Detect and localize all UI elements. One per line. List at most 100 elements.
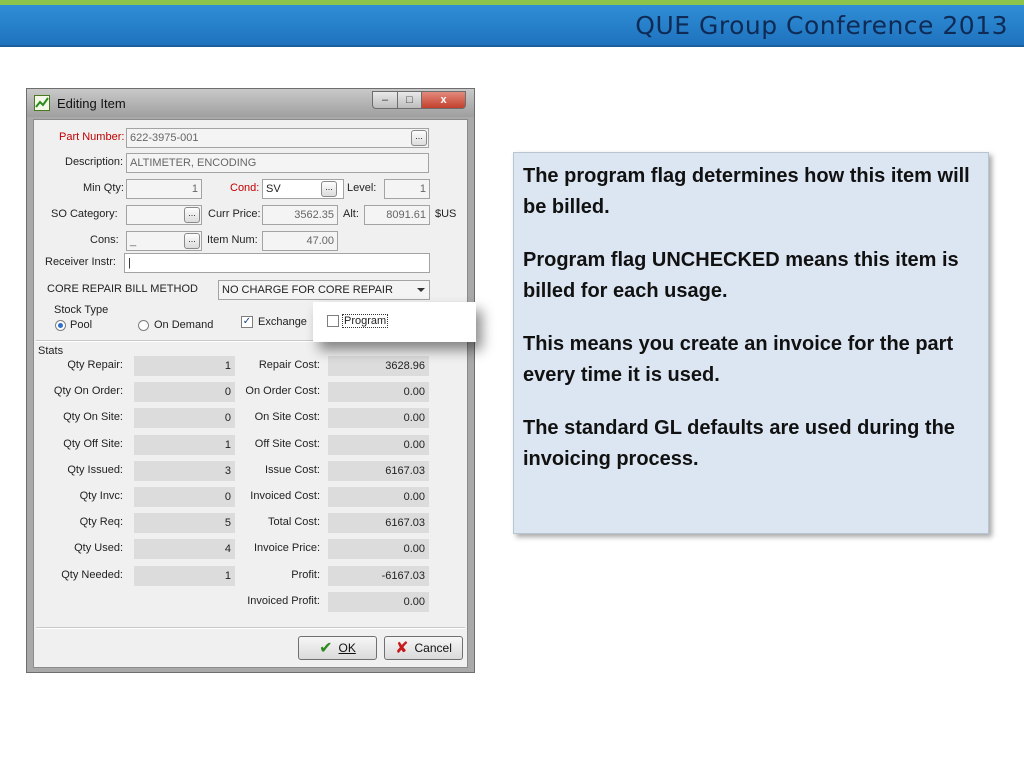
cancel-button[interactable]: ✘ Cancel <box>384 636 463 660</box>
on-demand-radio[interactable] <box>138 320 149 331</box>
min-qty-field[interactable]: 1 <box>126 179 202 199</box>
receiver-instr-field[interactable]: | <box>124 253 430 273</box>
stat-value: 1 <box>134 566 235 586</box>
min-qty-label: Min Qty: <box>83 182 124 194</box>
pool-radio[interactable] <box>55 320 66 331</box>
stat-value: 0.00 <box>328 435 429 455</box>
stat-value: 3 <box>134 461 235 481</box>
checkmark-icon: ✔ <box>319 640 333 657</box>
so-category-label: SO Category: <box>51 208 118 220</box>
curr-price-label: Curr Price: <box>208 208 261 220</box>
receiver-instr-value: | <box>128 257 131 269</box>
stat-value: 0.00 <box>328 592 429 612</box>
alt-label: Alt: <box>343 208 359 220</box>
currency-label: $US <box>435 208 457 220</box>
part-number-field[interactable]: 622-3975-001 <box>126 128 429 148</box>
stat-label: Qty Off Site: <box>63 438 123 450</box>
stat-value: 4 <box>134 539 235 559</box>
stat-value: 6167.03 <box>328 513 429 533</box>
description-label: Description: <box>65 156 124 168</box>
stat-label: Qty Issued: <box>67 464 123 476</box>
stat-label: Qty Req: <box>79 516 123 528</box>
stat-label: On Order Cost: <box>245 385 320 397</box>
stat-value: 0 <box>134 382 235 402</box>
core-repair-value: NO CHARGE FOR CORE REPAIR <box>222 284 393 296</box>
stat-label: Off Site Cost: <box>254 438 320 450</box>
stock-type-label: Stock Type <box>54 304 109 316</box>
item-num-label: Item Num: <box>207 234 258 246</box>
note-paragraph: Program flag UNCHECKED means this item i… <box>523 249 959 302</box>
part-number-lookup-button[interactable]: ... <box>411 130 427 146</box>
stats-label: Stats <box>38 345 64 357</box>
level-value: 1 <box>419 183 426 195</box>
stat-label: Qty Invc: <box>79 490 123 502</box>
description-field[interactable]: ALTIMETER, ENCODING <box>126 153 429 173</box>
program-label: Program <box>341 314 389 328</box>
core-repair-label: CORE REPAIR BILL METHOD <box>47 283 198 295</box>
part-number-value: 622-3975-001 <box>130 132 199 144</box>
minimize-button[interactable]: – <box>372 91 398 109</box>
alt-price-value: 8091.61 <box>386 209 426 221</box>
maximize-icon: □ <box>406 94 413 106</box>
alt-price-field[interactable]: 8091.61 <box>364 205 430 225</box>
stat-value: 1 <box>134 356 235 376</box>
curr-price-value: 3562.35 <box>294 209 334 221</box>
level-field[interactable]: 1 <box>384 179 430 199</box>
cancel-label: Cancel <box>414 641 452 655</box>
editing-item-window: Editing Item – □ x Part Number: 622-3975… <box>26 88 475 673</box>
stat-value: 0.00 <box>328 382 429 402</box>
stat-value: 5 <box>134 513 235 533</box>
min-qty-value: 1 <box>191 183 198 195</box>
core-repair-dropdown[interactable]: NO CHARGE FOR CORE REPAIR <box>218 280 430 300</box>
close-button[interactable]: x <box>422 91 466 109</box>
stat-label: Qty Needed: <box>61 569 123 581</box>
stat-label: Qty On Site: <box>63 411 123 423</box>
note-paragraph: The program flag determines how this ite… <box>523 165 970 218</box>
close-icon: x <box>440 94 447 106</box>
cond-value: SV <box>266 183 281 195</box>
so-category-lookup-button[interactable]: ... <box>184 207 200 223</box>
stat-value: 0.00 <box>328 539 429 559</box>
stat-value: -6167.03 <box>328 566 429 586</box>
program-checkbox[interactable] <box>327 315 339 327</box>
window-title: Editing Item <box>57 96 126 111</box>
stat-label: Issue Cost: <box>264 464 320 476</box>
receiver-instr-label: Receiver Instr: <box>45 256 116 268</box>
conference-title: QUE Group Conference 2013 <box>635 11 1008 40</box>
part-number-label: Part Number: <box>59 131 125 143</box>
stat-label: On Site Cost: <box>254 411 320 423</box>
cond-label: Cond: <box>230 182 260 194</box>
cons-value: _ <box>130 235 137 247</box>
stat-value: 1 <box>134 435 235 455</box>
ok-label: OK <box>338 641 356 655</box>
stat-label: Invoice Price: <box>253 542 320 554</box>
cross-icon: ✘ <box>395 640 409 657</box>
curr-price-field[interactable]: 3562.35 <box>262 205 338 225</box>
button-divider <box>36 627 465 629</box>
chart-icon <box>34 95 50 111</box>
level-label: Level: <box>347 182 377 194</box>
ok-button[interactable]: ✔ OK <box>298 636 377 660</box>
maximize-button[interactable]: □ <box>398 91 422 109</box>
cons-label: Cons: <box>90 234 119 246</box>
item-num-field[interactable]: 47.00 <box>262 231 338 251</box>
stat-value: 0.00 <box>328 487 429 507</box>
window-titlebar[interactable]: Editing Item – □ x <box>27 89 474 117</box>
stat-label: Qty Repair: <box>67 359 123 371</box>
cons-lookup-button[interactable]: ... <box>184 233 200 249</box>
stat-value: 6167.03 <box>328 461 429 481</box>
stat-value: 0.00 <box>328 408 429 428</box>
stat-label: Invoiced Profit: <box>247 595 320 607</box>
item-num-value: 47.00 <box>306 235 334 247</box>
slide-header: QUE Group Conference 2013 <box>0 5 1024 47</box>
stat-value: 0 <box>134 408 235 428</box>
chevron-down-icon <box>417 288 425 292</box>
exchange-label: Exchange <box>258 316 307 328</box>
stat-label: Invoiced Cost: <box>250 490 320 502</box>
minimize-icon: – <box>381 94 389 106</box>
cond-lookup-button[interactable]: ... <box>321 181 337 197</box>
exchange-checkbox[interactable]: ✓ <box>241 316 253 328</box>
stat-label: Total Cost: <box>268 516 320 528</box>
description-value: ALTIMETER, ENCODING <box>130 157 257 169</box>
stat-label: Repair Cost: <box>258 359 320 371</box>
